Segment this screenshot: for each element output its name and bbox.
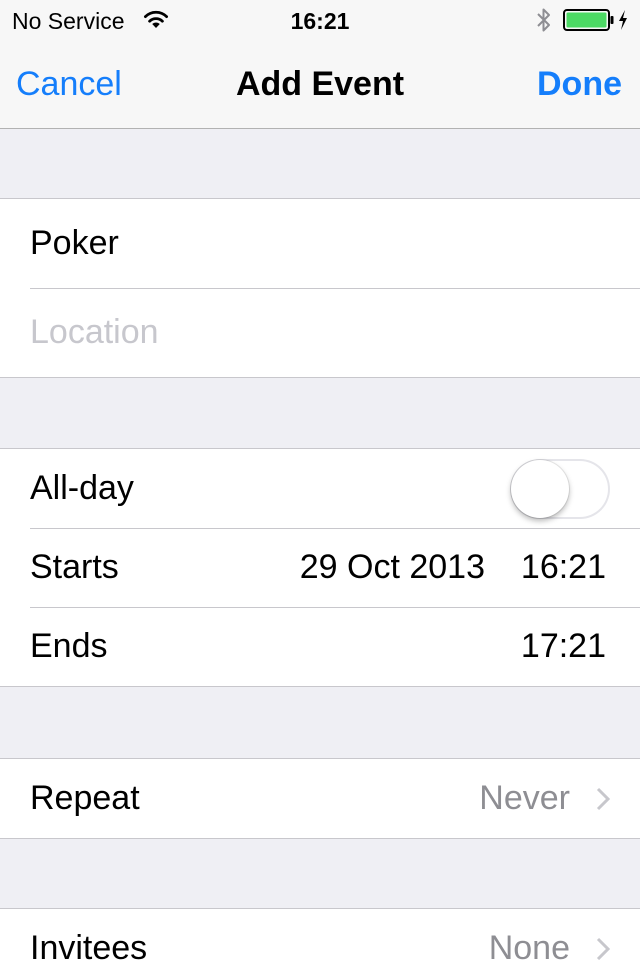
bluetooth-icon bbox=[537, 8, 550, 32]
all-day-cell: All-day bbox=[0, 449, 640, 528]
all-day-toggle[interactable] bbox=[510, 458, 610, 519]
starts-date-value: 29 Oct 2013 bbox=[299, 548, 485, 586]
battery-icon bbox=[563, 9, 614, 31]
ends-time-value: 17:21 bbox=[520, 627, 606, 665]
event-details-group bbox=[0, 198, 640, 378]
top-bar: No Service 16:21 Cancel Add Event Done bbox=[0, 0, 640, 129]
repeat-label: Repeat bbox=[30, 779, 140, 817]
starts-time-value: 16:21 bbox=[520, 548, 606, 586]
repeat-group: Repeat Never bbox=[0, 758, 640, 839]
starts-cell[interactable]: Starts 29 Oct 2013 16:21 bbox=[0, 528, 640, 607]
chevron-right-icon bbox=[596, 787, 610, 810]
starts-label: Starts bbox=[30, 548, 119, 586]
invitees-label: Invitees bbox=[30, 929, 148, 960]
done-button[interactable]: Done bbox=[537, 64, 622, 104]
location-field[interactable] bbox=[30, 288, 610, 377]
navigation-bar: Cancel Add Event Done bbox=[0, 40, 640, 128]
all-day-label: All-day bbox=[30, 469, 134, 507]
title-cell bbox=[0, 199, 640, 288]
location-cell bbox=[0, 288, 640, 377]
repeat-cell[interactable]: Repeat Never bbox=[0, 759, 640, 838]
charging-bolt-icon bbox=[619, 10, 627, 30]
invitees-value: None bbox=[488, 929, 570, 960]
status-bar: No Service 16:21 bbox=[0, 0, 640, 40]
title-field[interactable] bbox=[30, 199, 610, 288]
repeat-value: Never bbox=[479, 779, 570, 817]
add-event-screen: No Service 16:21 Cancel Add Event Done P… bbox=[0, 0, 640, 960]
chevron-right-icon bbox=[596, 937, 610, 960]
invitees-cell[interactable]: Invitees None bbox=[0, 909, 640, 960]
ends-label: Ends bbox=[30, 627, 108, 665]
invitees-group: Invitees None bbox=[0, 908, 640, 960]
ends-cell[interactable]: Ends 17:21 bbox=[0, 607, 640, 686]
event-timing-group: All-day Starts 29 Oct 2013 16:21 Ends 17… bbox=[0, 448, 640, 687]
toggle-knob bbox=[511, 459, 569, 518]
